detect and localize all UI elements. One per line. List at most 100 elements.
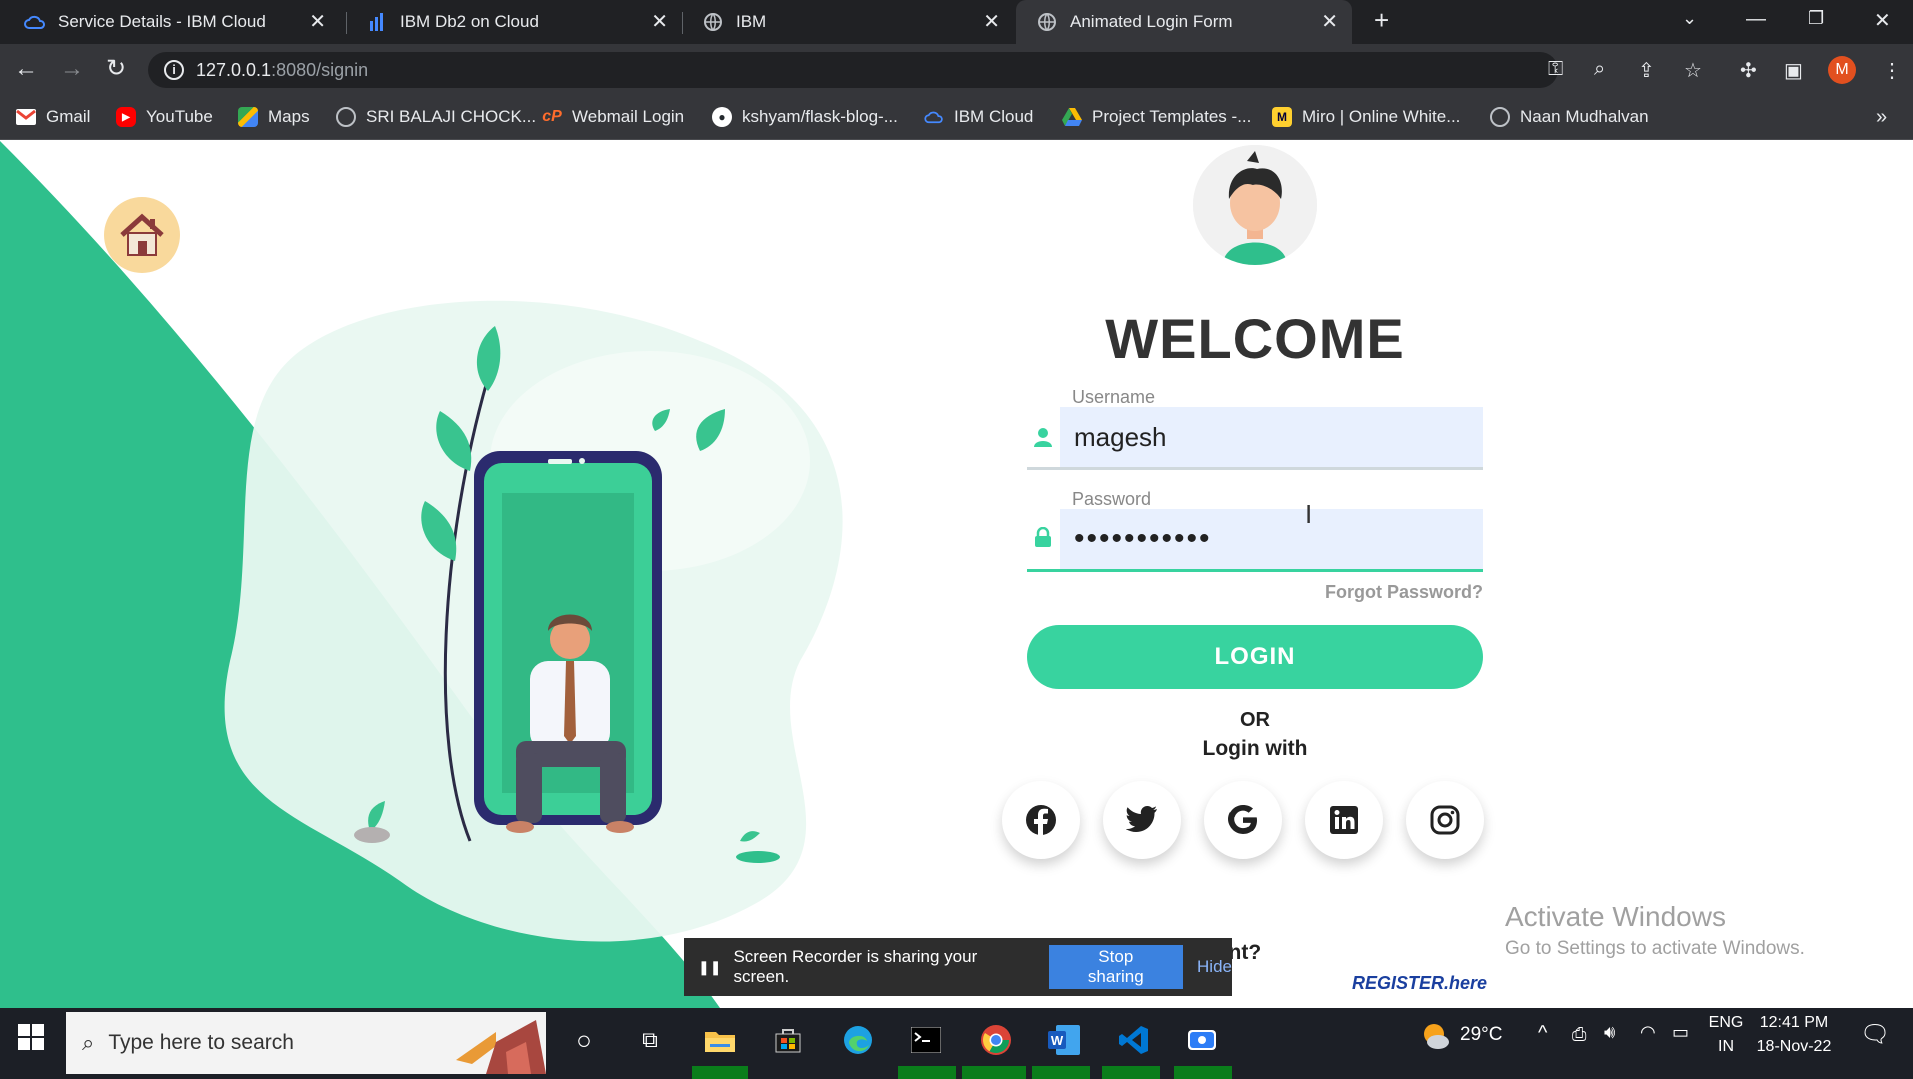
home-icon[interactable] (104, 197, 180, 273)
search-icon: ⌕ (82, 1030, 95, 1055)
tab-ibm[interactable]: IBM ✕ (682, 0, 1014, 44)
chrome-icon[interactable] (974, 1018, 1018, 1062)
google-drive-icon (1062, 107, 1082, 127)
key-icon[interactable]: ⚿ (1548, 58, 1563, 81)
url-host: 127.0.0.1 (196, 60, 272, 80)
tab-service-details[interactable]: Service Details - IBM Cloud ✕ (4, 0, 340, 44)
show-hidden-icons[interactable]: ^ (1538, 1022, 1547, 1045)
close-icon[interactable]: ✕ (309, 12, 326, 32)
instagram-icon[interactable] (1406, 781, 1484, 859)
avatar (1193, 145, 1317, 265)
edge-icon[interactable] (836, 1018, 880, 1062)
bookmark-label: IBM Cloud (954, 107, 1034, 126)
url-text[interactable]: 127.0.0.1:8080/signin (196, 60, 368, 81)
search-placeholder: Type here to search (108, 1031, 294, 1054)
activate-windows-subtitle: Go to Settings to activate Windows. (1505, 938, 1805, 959)
notifications-icon[interactable]: 🗨︎ (1860, 1020, 1890, 1049)
forgot-password-link[interactable]: Forgot Password? (1280, 582, 1483, 603)
youtube-icon: ▶ (116, 107, 136, 127)
gmail-icon (16, 107, 36, 127)
password-input[interactable]: ••••••••••• (1060, 509, 1483, 569)
bookmark-youtube[interactable]: ▶ YouTube (116, 104, 213, 130)
bookmark-github[interactable]: ● kshyam/flask-blog-... (712, 104, 898, 130)
word-icon[interactable]: W (1042, 1018, 1086, 1062)
ibm-cloud-icon (924, 107, 944, 127)
hide-button[interactable]: Hide (1197, 957, 1232, 977)
tab-title: IBM (736, 12, 767, 31)
bookmark-webmail[interactable]: cP Webmail Login (542, 104, 684, 130)
meet-now-icon[interactable]: ⎙ (1572, 1024, 1586, 1045)
reload-icon[interactable]: ↻ (106, 56, 126, 82)
ibm-cloud-icon (24, 11, 46, 33)
screen-share-notification: ❚❚ Screen Recorder is sharing your scree… (684, 938, 1232, 996)
cpanel-icon: cP (542, 108, 562, 125)
active-app-indicator (962, 1066, 1026, 1079)
google-icon[interactable] (1204, 781, 1282, 859)
clock-date[interactable]: 18-Nov-22 (1752, 1038, 1836, 1056)
file-explorer-icon[interactable] (698, 1018, 742, 1062)
task-view-icon[interactable]: ⧉ (628, 1018, 672, 1062)
bookmark-sri-balaji[interactable]: SRI BALAJI CHOCK... (336, 104, 536, 130)
welcome-heading: WELCOME (1105, 307, 1405, 370)
taskbar-search[interactable]: ⌕ Type here to search (66, 1012, 546, 1074)
extensions-icon[interactable]: ✣ (1740, 58, 1757, 83)
battery-icon[interactable]: ▭ (1672, 1022, 1689, 1043)
wifi-icon[interactable]: ◠ (1640, 1022, 1656, 1043)
back-icon[interactable]: ← (14, 56, 38, 82)
language-bottom[interactable]: IN (1706, 1038, 1746, 1056)
weather-icon[interactable] (1420, 1022, 1450, 1055)
bookmark-ibm-cloud[interactable]: IBM Cloud (924, 104, 1033, 130)
username-input[interactable] (1060, 407, 1483, 467)
restore-icon[interactable]: ❐ (1808, 8, 1824, 29)
close-icon[interactable]: ✕ (1321, 12, 1338, 32)
more-bookmarks-icon[interactable]: » (1876, 104, 1887, 130)
db2-icon (366, 11, 388, 33)
bookmark-gmail[interactable]: Gmail (16, 104, 90, 130)
clock-time[interactable]: 12:41 PM (1752, 1014, 1836, 1032)
pause-icon: ❚❚ (698, 958, 722, 975)
screen-recorder-icon[interactable] (1180, 1018, 1224, 1062)
tab-db2[interactable]: IBM Db2 on Cloud ✕ (346, 0, 682, 44)
cortana-icon[interactable]: ○ (562, 1018, 606, 1062)
facebook-icon[interactable] (1002, 781, 1080, 859)
volume-icon[interactable]: 🔊︎ (1604, 1022, 1615, 1043)
side-panel-icon[interactable]: ▣ (1784, 58, 1803, 83)
twitter-icon[interactable] (1103, 781, 1181, 859)
register-link[interactable]: REGISTER.here (1352, 973, 1487, 994)
menu-icon[interactable]: ⋮ (1882, 58, 1902, 83)
miro-icon: M (1272, 107, 1292, 127)
globe-icon (1036, 11, 1058, 33)
zoom-icon[interactable]: ⌕ (1594, 58, 1605, 81)
bookmark-miro[interactable]: M Miro | Online White... (1272, 104, 1460, 130)
terminal-icon[interactable] (904, 1018, 948, 1062)
stop-sharing-button[interactable]: Stop sharing (1048, 945, 1184, 989)
active-app-indicator (1174, 1066, 1232, 1079)
vscode-icon[interactable] (1112, 1018, 1156, 1062)
info-icon[interactable]: i (164, 60, 184, 80)
share-icon[interactable]: ⇪ (1638, 58, 1655, 83)
close-icon[interactable]: ✕ (983, 12, 1000, 32)
linkedin-icon[interactable] (1305, 781, 1383, 859)
windows-start-icon[interactable] (18, 1024, 44, 1055)
profile-avatar[interactable]: M (1828, 56, 1856, 84)
login-page: WELCOME Username Password ••••••••••• I … (0, 141, 1913, 1008)
minimize-icon[interactable]: — (1746, 8, 1766, 31)
bookmark-label: SRI BALAJI CHOCK... (366, 107, 537, 126)
login-button[interactable]: LOGIN (1027, 625, 1483, 689)
tab-animated-login[interactable]: Animated Login Form ✕ (1016, 0, 1352, 44)
microsoft-store-icon[interactable] (766, 1018, 810, 1062)
active-app-indicator (692, 1066, 748, 1079)
language-top[interactable]: ENG (1706, 1014, 1746, 1032)
bookmark-label: Naan Mudhalvan (1520, 107, 1649, 126)
new-tab-icon[interactable]: + (1374, 5, 1389, 36)
forward-icon[interactable]: → (60, 56, 84, 82)
close-icon[interactable]: ✕ (651, 12, 668, 32)
activate-windows-title: Activate Windows (1505, 901, 1726, 932)
bookmark-project-templates[interactable]: Project Templates -... (1062, 104, 1251, 130)
bookmark-maps[interactable]: Maps (238, 104, 310, 130)
tab-search-icon[interactable]: ⌄ (1682, 8, 1697, 29)
window-close-icon[interactable]: ✕ (1874, 8, 1891, 33)
star-icon[interactable]: ☆ (1684, 58, 1702, 83)
bookmark-naan-mudhalvan[interactable]: Naan Mudhalvan (1490, 104, 1649, 130)
weather-temp[interactable]: 29°C (1460, 1024, 1502, 1046)
